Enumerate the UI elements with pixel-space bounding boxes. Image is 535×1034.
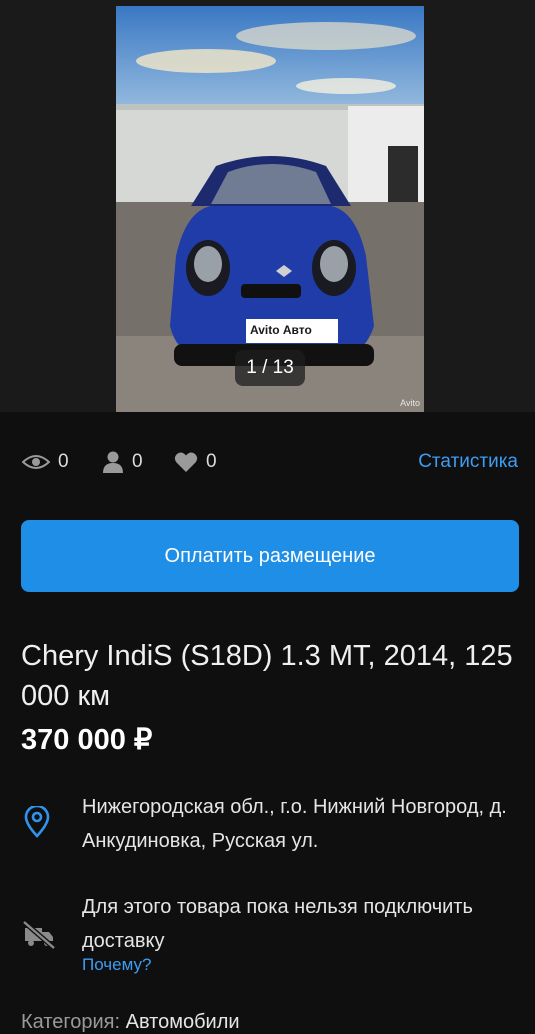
no-delivery-icon bbox=[22, 920, 56, 955]
photo-counter: 1 / 13 bbox=[235, 350, 305, 386]
delivery-why-link[interactable]: Почему? bbox=[82, 955, 151, 975]
delivery-notice: Для этого товара пока нельзя подключить … bbox=[82, 896, 473, 952]
stats-row: 0 0 0 Статистика bbox=[22, 444, 522, 480]
heart-icon bbox=[174, 452, 198, 472]
category-label: Категория: bbox=[21, 1011, 121, 1033]
favorites-count: 0 bbox=[206, 451, 217, 472]
listing-title: Chery IndiS (S18D) 1.3 MT, 2014, 125 000… bbox=[21, 640, 513, 712]
eye-icon bbox=[22, 455, 50, 469]
person-icon bbox=[103, 451, 123, 473]
watermark: Avito bbox=[400, 398, 420, 408]
views-stat: 0 bbox=[22, 444, 69, 480]
statistics-link[interactable]: Статистика bbox=[418, 444, 518, 480]
contacts-count: 0 bbox=[132, 451, 143, 472]
category-row: Категория: Автомобили bbox=[21, 1011, 240, 1034]
location-pin-icon bbox=[22, 804, 52, 843]
listing-price: 370 000 ₽ bbox=[21, 724, 153, 756]
plate-label: Avito Авто bbox=[250, 323, 312, 337]
views-count: 0 bbox=[58, 451, 69, 472]
pay-placement-button[interactable]: Оплатить размещение bbox=[21, 520, 519, 592]
listing-address: Нижегородская обл., г.о. Нижний Новгород… bbox=[82, 796, 507, 852]
category-value[interactable]: Автомобили bbox=[126, 1011, 240, 1033]
favorites-stat: 0 bbox=[174, 444, 217, 480]
photo-gallery[interactable]: Avito Авто Avito 1 / 13 bbox=[0, 0, 535, 412]
contacts-stat: 0 bbox=[102, 444, 143, 480]
